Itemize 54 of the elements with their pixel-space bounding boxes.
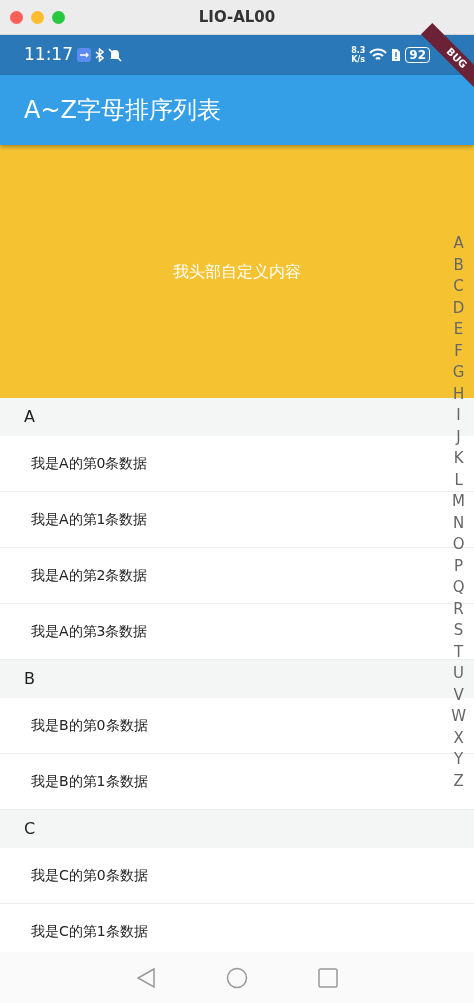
index-letter[interactable]: H	[452, 383, 465, 405]
bluetooth-icon	[95, 48, 104, 62]
index-letter[interactable]: F	[454, 340, 463, 362]
header-text: 我头部自定义内容	[173, 260, 301, 283]
list-item[interactable]: 我是A的第1条数据	[31, 509, 148, 530]
list-item[interactable]: 我是A的第2条数据	[31, 565, 148, 586]
index-letter[interactable]: Q	[452, 577, 465, 599]
index-letter[interactable]: B	[453, 254, 464, 276]
list-item[interactable]: 我是C的第0条数据	[31, 865, 148, 886]
section-letter: A	[24, 406, 35, 428]
list-item[interactable]: 我是A的第0条数据	[31, 453, 148, 474]
index-letter[interactable]: V	[453, 684, 464, 706]
index-letter[interactable]: A	[453, 233, 464, 255]
index-letter[interactable]: D	[452, 297, 465, 319]
recents-icon[interactable]	[318, 967, 338, 988]
minimize-button[interactable]	[31, 10, 44, 24]
index-letter[interactable]: N	[452, 512, 465, 534]
index-letter[interactable]: S	[453, 620, 464, 642]
index-letter[interactable]: K	[453, 448, 464, 470]
battery-level: 92	[405, 47, 430, 63]
index-letter[interactable]: P	[454, 555, 464, 577]
index-letter[interactable]: R	[453, 598, 464, 620]
index-letter[interactable]: T	[454, 641, 464, 663]
wifi-icon	[369, 48, 388, 62]
index-letter[interactable]: U	[453, 663, 465, 685]
section-letter: B	[24, 668, 35, 690]
back-icon[interactable]	[136, 966, 156, 989]
index-letter[interactable]: Y	[454, 749, 464, 771]
list-item[interactable]: 我是B的第1条数据	[31, 771, 148, 792]
index-letter[interactable]: G	[452, 362, 465, 384]
index-letter[interactable]: E	[453, 319, 464, 341]
usb-icon	[77, 48, 91, 62]
network-speed: 8.3 K/s	[351, 46, 366, 64]
sim-icon	[391, 48, 402, 62]
list-item[interactable]: 我是A的第3条数据	[31, 621, 148, 642]
index-letter[interactable]: M	[452, 491, 466, 513]
index-letter[interactable]: C	[453, 276, 464, 298]
section-letter: C	[24, 818, 36, 840]
index-letter[interactable]: J	[456, 426, 461, 448]
index-letter[interactable]: O	[452, 534, 465, 556]
list-item[interactable]: 我是B的第0条数据	[31, 715, 148, 736]
index-letter[interactable]: Z	[453, 770, 464, 792]
index-letter[interactable]: I	[456, 405, 461, 427]
index-letter[interactable]: L	[454, 469, 463, 491]
app-bar-title: A~Z字母排序列表	[24, 95, 221, 126]
window-title: LIO-AL00	[198, 6, 276, 28]
close-button[interactable]	[10, 10, 23, 24]
home-icon[interactable]	[226, 966, 248, 989]
bell-off-icon	[108, 48, 122, 62]
maximize-button[interactable]	[52, 10, 65, 24]
list-item[interactable]: 我是C的第1条数据	[31, 921, 148, 942]
index-letter[interactable]: X	[453, 727, 464, 749]
index-letter[interactable]: W	[451, 706, 466, 728]
status-time: 11:17	[24, 43, 73, 67]
